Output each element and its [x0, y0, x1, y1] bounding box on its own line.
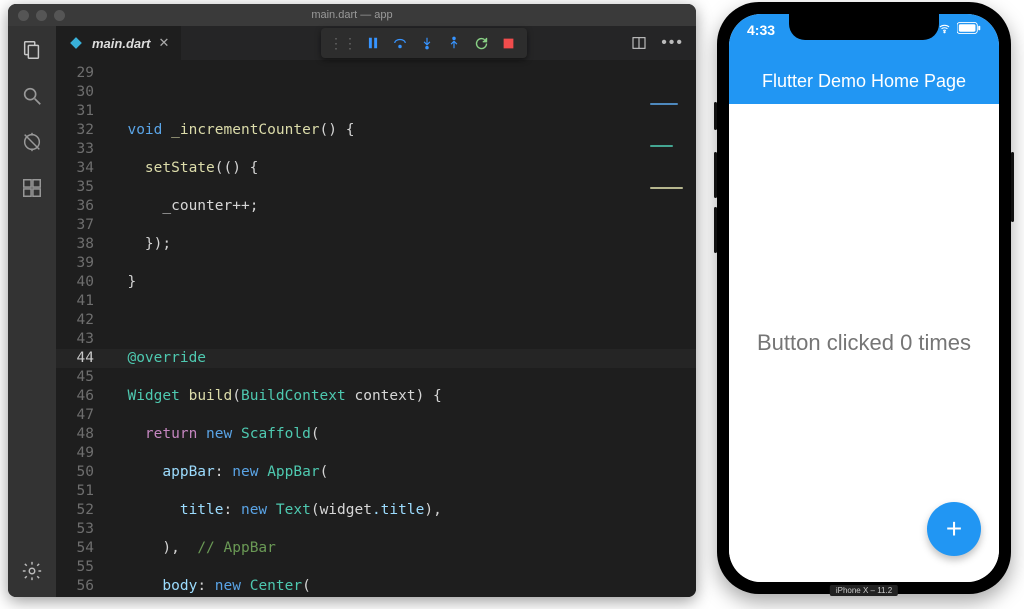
status-time: 4:33 — [747, 22, 775, 38]
pause-button[interactable] — [362, 32, 384, 54]
window-title: main.dart — app — [311, 9, 392, 21]
fab-add-button[interactable]: + — [927, 502, 981, 556]
window-titlebar[interactable]: main.dart — app — [8, 4, 696, 26]
device-label: iPhone X – 11.2 — [830, 585, 898, 596]
activity-bar — [8, 26, 56, 597]
split-editor-icon[interactable] — [631, 35, 647, 51]
more-actions-icon[interactable]: ••• — [661, 34, 684, 52]
counter-text: Button clicked 0 times — [757, 330, 971, 356]
tab-filename: main.dart — [92, 36, 151, 51]
line-number-gutter: 29303132 33343536 37383940 41424344 4546… — [56, 60, 110, 597]
close-tab-icon[interactable]: ✕ — [159, 35, 170, 51]
iphone-frame: 4:33 Flutter Demo Home Page Button click… — [717, 2, 1011, 594]
app-bar-title: Flutter Demo Home Page — [762, 71, 966, 92]
app-body: Button clicked 0 times + — [729, 104, 999, 582]
close-window-icon[interactable] — [18, 10, 29, 21]
code-content[interactable]: void _incrementCounter() { setState(() {… — [110, 60, 696, 597]
minimap[interactable] — [650, 64, 696, 224]
debug-icon[interactable] — [20, 130, 44, 154]
stop-button[interactable] — [497, 32, 519, 54]
side-button — [1011, 152, 1014, 222]
step-out-button[interactable] — [443, 32, 465, 54]
plus-icon: + — [946, 513, 962, 545]
debug-toolbar[interactable]: ⋮⋮ — [321, 28, 527, 58]
battery-icon — [957, 22, 981, 34]
volume-up — [714, 152, 717, 198]
phone-screen[interactable]: 4:33 Flutter Demo Home Page Button click… — [729, 14, 999, 582]
editor-area: main.dart ✕ ⋮⋮ • — [56, 26, 696, 597]
code-editor[interactable]: 29303132 33343536 37383940 41424344 4546… — [56, 60, 696, 597]
tab-main-dart[interactable]: main.dart ✕ — [56, 26, 181, 60]
extensions-icon[interactable] — [20, 176, 44, 200]
root: main.dart — app — [0, 0, 1024, 609]
wifi-icon — [937, 23, 952, 34]
simulator-panel: 4:33 Flutter Demo Home Page Button click… — [704, 0, 1024, 609]
restart-button[interactable] — [470, 32, 492, 54]
dart-file-icon — [68, 35, 84, 51]
toolbar-grip-icon[interactable]: ⋮⋮ — [329, 35, 357, 52]
explorer-icon[interactable] — [20, 38, 44, 62]
gear-icon[interactable] — [20, 559, 44, 583]
volume-down — [714, 207, 717, 253]
search-icon[interactable] — [20, 84, 44, 108]
notch — [789, 14, 939, 40]
editor-tabs: main.dart ✕ ⋮⋮ • — [56, 26, 696, 60]
step-over-button[interactable] — [389, 32, 411, 54]
app-bar: Flutter Demo Home Page — [729, 58, 999, 104]
step-into-button[interactable] — [416, 32, 438, 54]
zoom-window-icon[interactable] — [54, 10, 65, 21]
window-traffic-lights[interactable] — [18, 10, 65, 21]
vscode-window: main.dart — app — [8, 4, 696, 597]
minimize-window-icon[interactable] — [36, 10, 47, 21]
mute-switch — [714, 102, 717, 130]
